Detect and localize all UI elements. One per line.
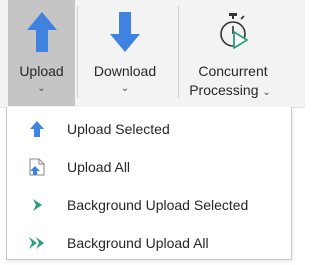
upload-arrow-icon	[8, 12, 75, 52]
chevron-right-icon	[27, 196, 47, 214]
double-chevron-right-icon	[27, 234, 47, 252]
menu-item-label: Upload Selected	[67, 121, 170, 137]
ribbon-toolbar: Upload ⌄ Download ⌄ Concurrent Processin	[0, 0, 305, 108]
document-upload-icon	[27, 158, 47, 176]
menu-item-label: Background Upload All	[67, 235, 209, 251]
download-button[interactable]: Download ⌄	[80, 0, 170, 106]
ribbon-separator	[77, 6, 78, 98]
stopwatch-play-icon	[182, 12, 284, 52]
menu-item-label: Background Upload Selected	[67, 197, 249, 213]
upload-dropdown-menu: Upload Selected Upload All Background Up…	[6, 107, 292, 260]
menu-item-background-upload-all[interactable]: Background Upload All	[7, 223, 291, 261]
chevron-down-icon[interactable]: ⌄	[80, 83, 170, 95]
concurrent-label-line2-wrap: Processing ⌄	[176, 81, 284, 102]
menu-item-upload-selected[interactable]: Upload Selected	[7, 109, 291, 147]
concurrent-label-line2: Processing	[189, 82, 259, 98]
concurrent-processing-button[interactable]: Concurrent Processing ⌄	[182, 0, 284, 106]
chevron-down-icon[interactable]: ⌄	[262, 87, 270, 98]
download-arrow-icon	[80, 12, 170, 52]
upload-arrow-icon	[27, 120, 47, 138]
menu-item-background-upload-selected[interactable]: Background Upload Selected	[7, 185, 291, 223]
download-label: Download	[93, 63, 157, 79]
menu-item-upload-all[interactable]: Upload All	[7, 147, 291, 185]
concurrent-label-line1: Concurrent	[198, 63, 268, 79]
chevron-down-icon[interactable]: ⌄	[8, 83, 75, 95]
upload-label: Upload	[19, 63, 64, 79]
upload-button[interactable]: Upload ⌄	[8, 0, 75, 106]
menu-item-label: Upload All	[67, 159, 131, 175]
